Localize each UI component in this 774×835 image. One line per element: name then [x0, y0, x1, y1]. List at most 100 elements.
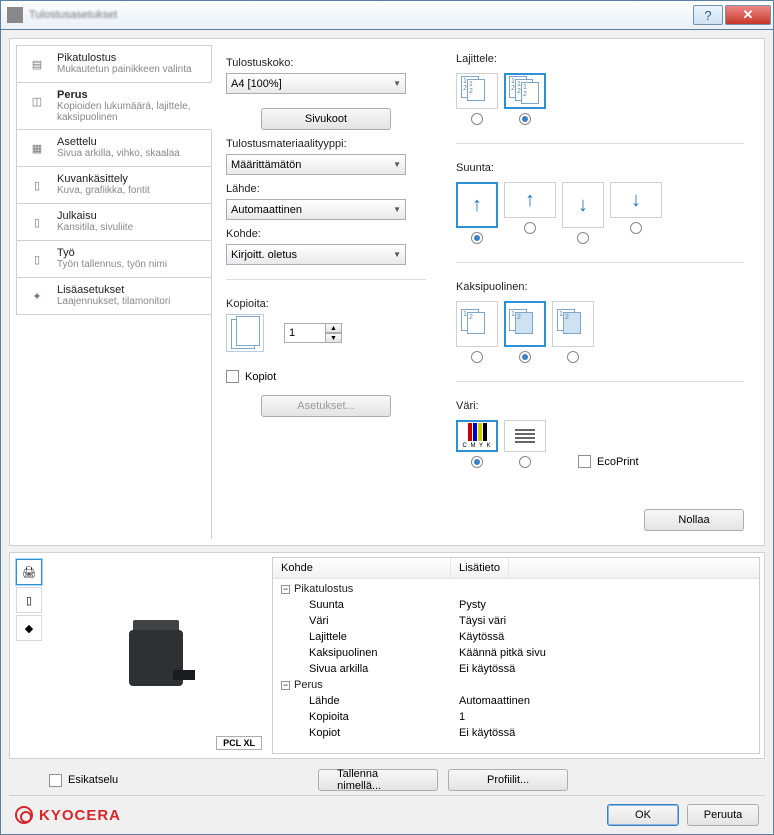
view-printer-icon[interactable]: 🖨: [16, 559, 42, 585]
profiles-button[interactable]: Profiilit...: [448, 769, 568, 791]
copies-up[interactable]: ▲: [326, 323, 342, 333]
brand-text: KYOCERA: [39, 807, 121, 824]
view-page-icon[interactable]: ▯: [16, 587, 42, 613]
ok-button[interactable]: OK: [607, 804, 679, 826]
sidebar-item-julkaisu[interactable]: ▯ JulkaisuKansitila, sivuliite: [16, 203, 212, 241]
radio-icon: [524, 222, 536, 234]
save-as-button[interactable]: Tallenna nimellä...: [318, 769, 438, 791]
sidebar-label: Perus: [57, 89, 205, 101]
settings-summary-table: Kohde Lisätieto −PikatulostusSuuntaPysty…: [272, 557, 760, 754]
orientation-landscape-rot[interactable]: ↓: [610, 182, 662, 244]
sidebar-item-perus[interactable]: ◫ PerusKopioiden lukumäärä, lajittele, k…: [16, 82, 212, 130]
sidebar: ▤ PikatulostusMukautetun painikkeen vali…: [16, 45, 212, 539]
sidebar-item-pikatulostus[interactable]: ▤ PikatulostusMukautetun painikkeen vali…: [16, 45, 212, 83]
sidebar-sublabel: Kopioiden lukumäärä, lajittele, kaksipuo…: [57, 101, 205, 123]
print-size-label: Tulostuskoko:: [226, 57, 426, 69]
copies-down[interactable]: ▼: [326, 333, 342, 343]
media-type-label: Tulostusmateriaalityyppi:: [226, 138, 426, 150]
table-row[interactable]: −Perus: [273, 677, 759, 693]
duplex-label: Kaksipuolinen:: [456, 281, 744, 293]
sidebar-item-asettelu[interactable]: ▦ AsetteluSivua arkilla, vihko, skaalaa: [16, 129, 212, 167]
kyocera-icon: [15, 806, 33, 824]
sidebar-label: Asettelu: [57, 136, 180, 148]
sidebar-label: Työ: [57, 247, 167, 259]
collate-checkbox[interactable]: [226, 370, 239, 383]
page-sizes-button[interactable]: Sivukoot: [261, 108, 391, 130]
sidebar-label: Kuvankäsittely: [57, 173, 150, 185]
copies-icon: [226, 314, 264, 352]
table-row[interactable]: −Pikatulostus: [273, 581, 759, 597]
sidebar-label: Julkaisu: [57, 210, 133, 222]
sidebar-item-lisaasetukset[interactable]: ✦ LisäasetuksetLaajennukset, tilamonitor…: [16, 277, 212, 315]
col-lisatieto[interactable]: Lisätieto: [451, 558, 509, 578]
close-button[interactable]: ✕: [725, 5, 771, 25]
cancel-button[interactable]: Peruuta: [687, 804, 759, 826]
imaging-icon: ▯: [25, 173, 49, 197]
sidebar-label: Pikatulostus: [57, 52, 192, 64]
table-row[interactable]: Sivua arkillaEi käytössä: [273, 661, 759, 677]
sidebar-sublabel: Mukautetun painikkeen valinta: [57, 64, 192, 75]
sidebar-sublabel: Työn tallennus, työn nimi: [57, 259, 167, 270]
table-row[interactable]: KopiotEi käytössä: [273, 725, 759, 741]
table-row[interactable]: KaksipuolinenKäännä pitkä sivu: [273, 645, 759, 661]
orientation-label: Suunta:: [456, 162, 744, 174]
advanced-icon: ✦: [25, 284, 49, 308]
sidebar-sublabel: Sivua arkilla, vihko, skaalaa: [57, 148, 180, 159]
radio-icon: [471, 456, 483, 468]
duplex-off[interactable]: 12: [456, 301, 498, 363]
summary-body[interactable]: −PikatulostusSuuntaPystyVäriTäysi väriLa…: [273, 579, 759, 753]
orientation-landscape[interactable]: ↑: [504, 182, 556, 244]
sidebar-sublabel: Kuva, grafiikka, fontit: [57, 185, 150, 196]
reset-button[interactable]: Nollaa: [644, 509, 744, 531]
sidebar-label: Lisäasetukset: [57, 284, 170, 296]
table-row[interactable]: Kopioita1: [273, 709, 759, 725]
job-icon: ▯: [25, 247, 49, 271]
radio-icon: [519, 456, 531, 468]
main-panel: ▤ PikatulostusMukautetun painikkeen vali…: [9, 38, 765, 546]
source-dropdown[interactable]: Automaattinen: [226, 199, 406, 220]
source-label: Lähde:: [226, 183, 426, 195]
destination-label: Kohde:: [226, 228, 426, 240]
pcl-badge: PCL XL: [216, 736, 262, 750]
titlebar: Tulostusasetukset ? ✕: [0, 0, 774, 30]
printer-icon: [7, 7, 23, 23]
color-full[interactable]: C M Y K: [456, 420, 498, 468]
color-label: Väri:: [456, 400, 744, 412]
col-kohde[interactable]: Kohde: [273, 558, 451, 578]
duplex-long-edge[interactable]: 12: [504, 301, 546, 363]
destination-dropdown[interactable]: Kirjoitt. oletus: [226, 244, 406, 265]
layout-icon: ▦: [25, 136, 49, 160]
sort-option-2[interactable]: 121212: [504, 73, 546, 125]
sidebar-sublabel: Laajennukset, tilamonitori: [57, 296, 170, 307]
collate-settings-button[interactable]: Asetukset...: [261, 395, 391, 417]
copies-input[interactable]: [284, 323, 326, 343]
duplex-short-edge[interactable]: 12: [552, 301, 594, 363]
preview-checkbox[interactable]: [49, 774, 62, 787]
table-row[interactable]: SuuntaPysty: [273, 597, 759, 613]
radio-icon: [630, 222, 642, 234]
brand-logo: KYOCERA: [15, 806, 121, 824]
table-row[interactable]: LajitteleKäytössä: [273, 629, 759, 645]
publishing-icon: ▯: [25, 210, 49, 234]
color-mono[interactable]: [504, 420, 546, 468]
radio-icon: [471, 113, 483, 125]
view-color-icon[interactable]: ◆: [16, 615, 42, 641]
print-size-dropdown[interactable]: A4 [100%]: [226, 73, 406, 94]
sidebar-sublabel: Kansitila, sivuliite: [57, 222, 133, 233]
sort-label: Lajittele:: [456, 53, 744, 65]
radio-icon: [577, 232, 589, 244]
ecoprint-label: EcoPrint: [597, 456, 639, 468]
basic-icon: ◫: [25, 89, 49, 113]
sidebar-item-kuvankasittely[interactable]: ▯ KuvankäsittelyKuva, grafiikka, fontit: [16, 166, 212, 204]
ecoprint-checkbox[interactable]: [578, 455, 591, 468]
radio-icon: [519, 113, 531, 125]
orientation-portrait-rot[interactable]: ↓: [562, 182, 604, 244]
table-row[interactable]: LähdeAutomaattinen: [273, 693, 759, 709]
orientation-portrait[interactable]: ↑: [456, 182, 498, 244]
table-row[interactable]: VäriTäysi väri: [273, 613, 759, 629]
media-type-dropdown[interactable]: Määrittämätön: [226, 154, 406, 175]
sort-option-1[interactable]: 1212: [456, 73, 498, 125]
copies-spinner[interactable]: ▲ ▼: [284, 323, 342, 343]
help-button[interactable]: ?: [693, 5, 723, 25]
sidebar-item-tyo[interactable]: ▯ TyöTyön tallennus, työn nimi: [16, 240, 212, 278]
